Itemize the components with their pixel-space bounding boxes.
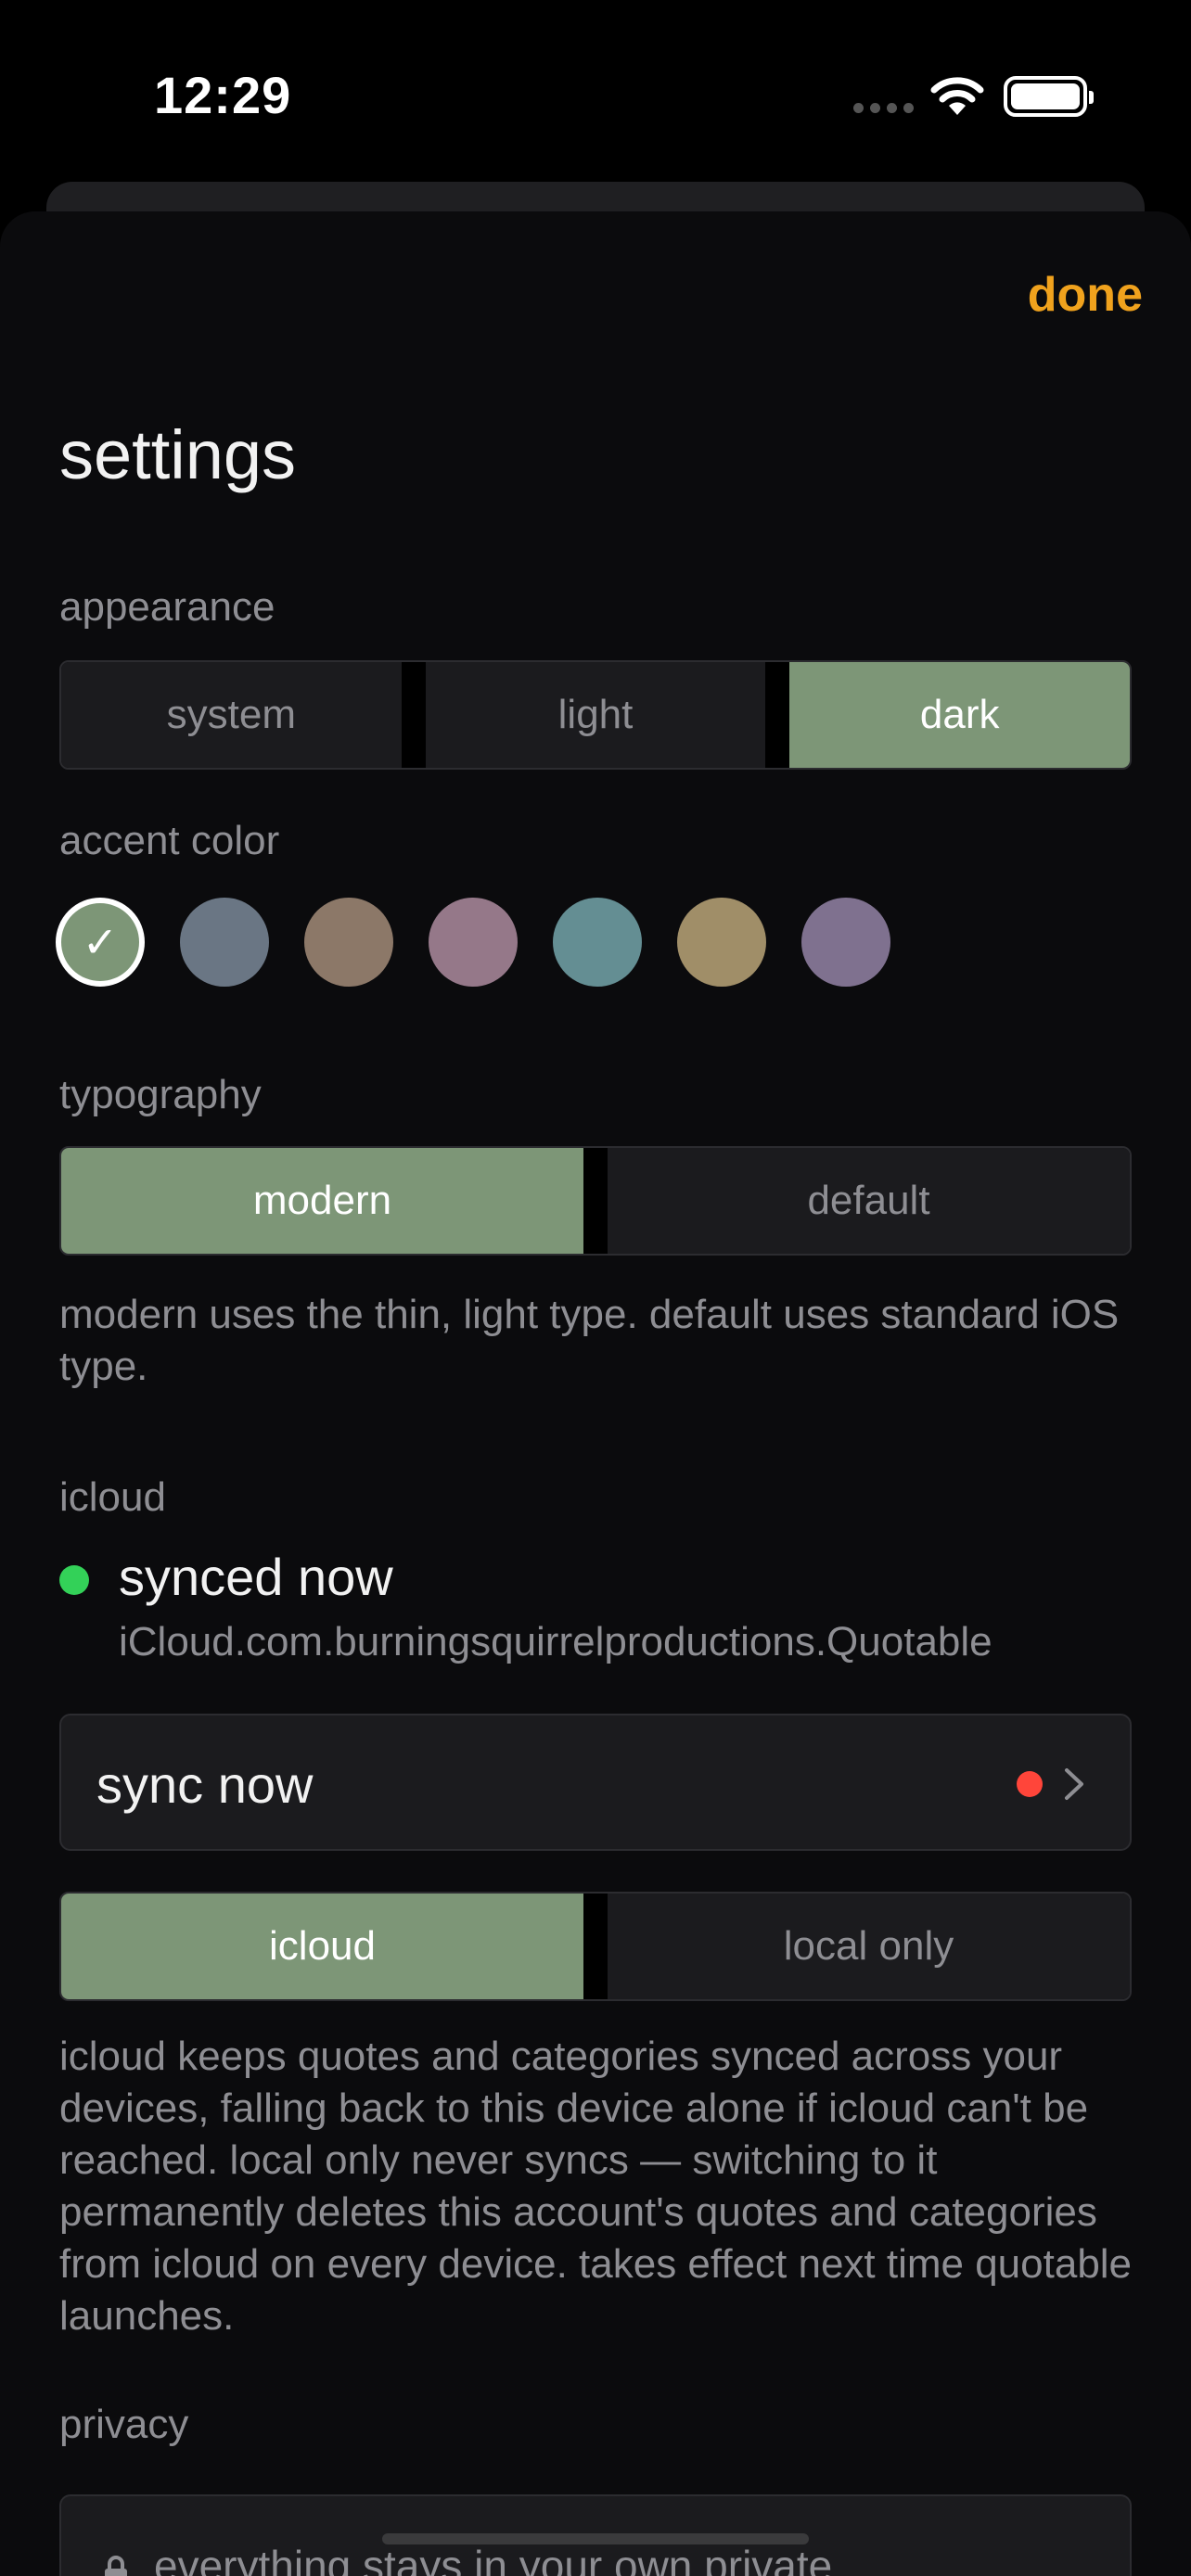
appearance-option-dark[interactable]: dark <box>789 662 1130 768</box>
sync-status-text: synced now <box>119 1548 393 1606</box>
typography-label: typography <box>59 1072 262 1117</box>
chevron-right-icon <box>1065 1768 1083 1800</box>
appearance-option-light[interactable]: light <box>425 662 766 768</box>
appearance-label: appearance <box>59 584 275 630</box>
accent-swatch-teal[interactable] <box>553 898 642 987</box>
icloud-container-id: iCloud.com.burningsquirrelproductions.Qu… <box>119 1619 992 1664</box>
accent-swatch-mauve[interactable] <box>429 898 518 987</box>
sync-status-dot <box>59 1565 89 1595</box>
sync-option-icloud[interactable]: icloud <box>61 1894 583 1999</box>
privacy-note: everything stays in your own private <box>154 2542 833 2576</box>
appearance-segmented-control: system light dark <box>59 660 1132 770</box>
settings-sheet: done settings appearance system light da… <box>0 211 1191 2576</box>
sync-mode-segmented-control: icloud local only <box>59 1892 1132 2001</box>
lock-icon <box>105 2556 127 2576</box>
accent-swatch-tan[interactable] <box>677 898 766 987</box>
battery-icon <box>1004 76 1094 117</box>
accent-swatch-lavender[interactable] <box>801 898 890 987</box>
typography-option-default[interactable]: default <box>608 1148 1130 1254</box>
icloud-help-text: icloud keeps quotes and categories synce… <box>59 2034 1133 2339</box>
icloud-label: icloud <box>59 1474 166 1520</box>
sync-now-label: sync now <box>96 1755 314 1814</box>
pending-indicator-dot <box>1017 1771 1043 1797</box>
typography-option-modern[interactable]: modern <box>61 1148 583 1254</box>
wifi-icon <box>930 77 984 115</box>
accent-swatch-taupe[interactable] <box>304 898 393 987</box>
typography-segmented-control: modern default <box>59 1146 1132 1256</box>
home-indicator[interactable] <box>382 2533 809 2544</box>
status-time: 12:29 <box>154 66 292 124</box>
status-bar: 12:29 <box>0 0 1191 185</box>
sync-now-button[interactable]: sync now <box>59 1714 1132 1851</box>
checkmark-icon: ✓ <box>82 918 119 966</box>
typography-help-text: modern uses the thin, light type. defaul… <box>59 1292 1120 1389</box>
page-title: settings <box>59 416 297 493</box>
done-button[interactable]: done <box>1028 267 1143 323</box>
appearance-option-system[interactable]: system <box>61 662 402 768</box>
accent-color-label: accent color <box>59 818 280 863</box>
accent-color-swatches: ✓ <box>56 898 890 987</box>
accent-swatch-slate[interactable] <box>180 898 269 987</box>
sync-option-local-only[interactable]: local only <box>608 1894 1130 1999</box>
accent-swatch-sage[interactable]: ✓ <box>56 898 145 987</box>
privacy-label: privacy <box>59 2402 189 2447</box>
cellular-signal-icon <box>853 103 914 113</box>
